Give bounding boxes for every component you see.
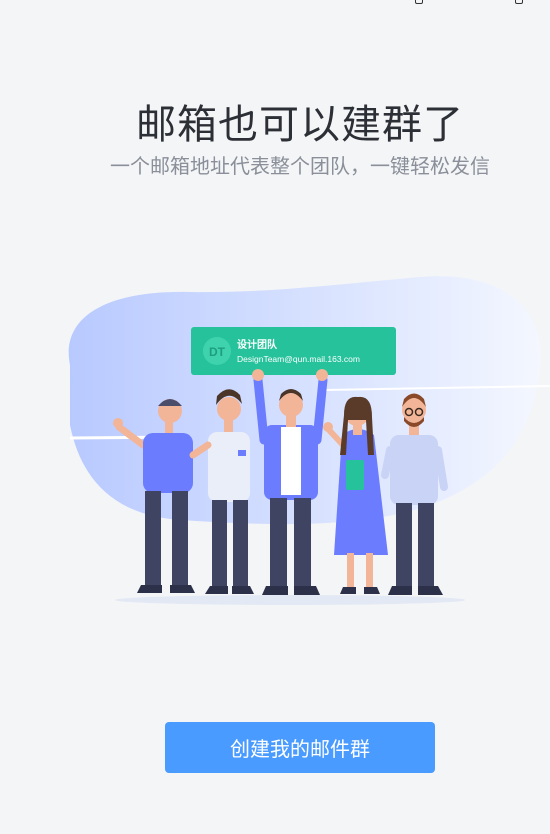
- card-avatar-initials: DT: [209, 345, 226, 359]
- team-illustration: DT 设计团队 DesignTeam@qun.mail.163.com: [68, 276, 550, 605]
- card-group-name: 设计团队: [237, 338, 278, 351]
- page-subtitle: 一个邮箱地址代表整个团队，一键轻松发信: [110, 154, 490, 178]
- page-title: 邮箱也可以建群了: [136, 102, 464, 148]
- group-card: DT 设计团队 DesignTeam@qun.mail.163.com: [191, 327, 396, 375]
- top-toolbar: [0, 0, 550, 8]
- card-group-email: DesignTeam@qun.mail.163.com: [237, 354, 360, 364]
- clipboard-icon[interactable]: [415, 0, 423, 4]
- create-mail-group-button[interactable]: 创建我的邮件群: [165, 722, 435, 773]
- window-icon[interactable]: [515, 0, 523, 4]
